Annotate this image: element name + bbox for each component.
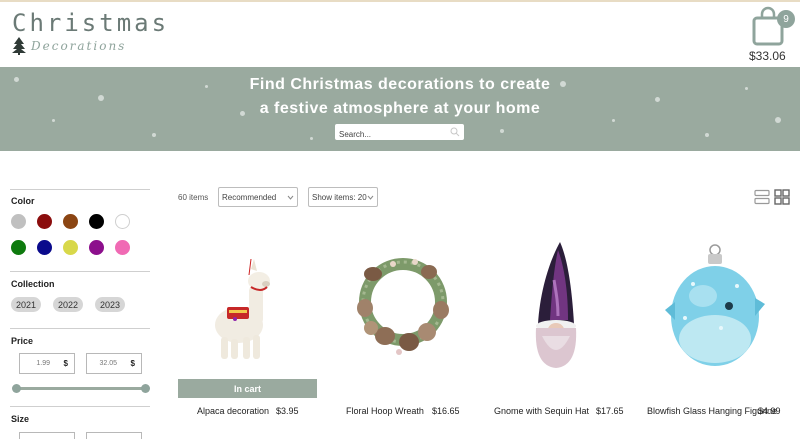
search-input[interactable] bbox=[335, 126, 445, 143]
in-cart-button[interactable]: In cart bbox=[178, 379, 317, 398]
product-name[interactable]: Alpaca decoration bbox=[197, 404, 269, 418]
product-image-gnome-sequin-hat[interactable] bbox=[528, 240, 588, 370]
price-min-value: 1.99 bbox=[36, 360, 50, 367]
product-price: $3.95 bbox=[276, 406, 299, 416]
snowflake bbox=[310, 137, 313, 140]
divider bbox=[10, 189, 150, 190]
sort-select-value: Recommended bbox=[222, 192, 277, 202]
color-swatch-red[interactable] bbox=[37, 214, 52, 229]
currency-symbol: $ bbox=[130, 359, 135, 368]
product-name[interactable]: Gnome with Sequin Hat bbox=[494, 404, 589, 418]
size-min-field[interactable] bbox=[19, 432, 75, 439]
size-filter-title: Size bbox=[11, 414, 30, 424]
search-box bbox=[335, 124, 464, 143]
sort-select[interactable]: Recommended bbox=[218, 187, 298, 207]
color-swatch-purple[interactable] bbox=[89, 240, 104, 255]
divider bbox=[10, 271, 150, 272]
snowflake bbox=[500, 129, 504, 133]
product-image-alpaca[interactable] bbox=[205, 257, 285, 367]
items-per-page-select[interactable]: Show items: 20 bbox=[308, 187, 378, 207]
snowflake bbox=[52, 119, 55, 122]
color-swatch-green[interactable] bbox=[11, 240, 26, 255]
product-name[interactable]: Floral Hoop Wreath bbox=[346, 404, 424, 418]
color-swatch-pink[interactable] bbox=[115, 240, 130, 255]
color-swatch-white[interactable] bbox=[115, 214, 130, 229]
logo-subtitle: Decorations bbox=[31, 39, 127, 53]
currency-symbol: $ bbox=[63, 359, 68, 368]
snowflake bbox=[705, 133, 709, 137]
color-swatch-blue[interactable] bbox=[37, 240, 52, 255]
hero-banner: Find Christmas decorations to create a f… bbox=[0, 67, 800, 151]
color-swatch-silver[interactable] bbox=[11, 214, 26, 229]
logo-subtitle-row: Decorations bbox=[12, 36, 126, 56]
divider bbox=[10, 328, 150, 329]
logo-title[interactable]: Christmas bbox=[12, 9, 169, 37]
collection-chip-2022[interactable]: 2022 bbox=[53, 297, 83, 312]
color-filter-title: Color bbox=[11, 196, 35, 206]
chevron-down-icon bbox=[367, 195, 374, 200]
price-max-value: 32.05 bbox=[99, 360, 117, 367]
items-per-page-value: Show items: 20 bbox=[312, 192, 367, 202]
collection-filter-title: Collection bbox=[11, 279, 55, 289]
banner-heading-line-2: a festive atmosphere at your home bbox=[259, 100, 541, 117]
price-min-field[interactable]: 1.99 $ bbox=[19, 353, 75, 374]
product-price: $17.65 bbox=[596, 406, 624, 416]
cart-total: $33.06 bbox=[749, 49, 786, 63]
color-swatch-black[interactable] bbox=[89, 214, 104, 229]
snowflake bbox=[612, 119, 615, 122]
collection-chip-2021[interactable]: 2021 bbox=[11, 297, 41, 312]
cart-count-badge: 9 bbox=[777, 10, 795, 28]
price-range-max-handle[interactable] bbox=[141, 384, 150, 393]
snowflake bbox=[152, 133, 156, 137]
list-view-icon[interactable] bbox=[754, 189, 770, 205]
top-accent-line bbox=[0, 0, 800, 2]
product-price: $16.65 bbox=[432, 406, 460, 416]
grid-view-icon[interactable] bbox=[774, 189, 790, 205]
chevron-down-icon bbox=[287, 195, 294, 200]
banner-heading-line-1: Find Christmas decorations to create bbox=[249, 76, 551, 93]
price-range-min-handle[interactable] bbox=[12, 384, 21, 393]
price-range-track[interactable] bbox=[16, 387, 146, 390]
product-image-blowfish-figurine[interactable] bbox=[663, 244, 769, 369]
color-swatch-yellow[interactable] bbox=[63, 240, 78, 255]
product-image-floral-wreath[interactable] bbox=[343, 240, 463, 365]
collection-chip-2023[interactable]: 2023 bbox=[95, 297, 125, 312]
product-price: $4.99 bbox=[758, 406, 781, 416]
size-max-field[interactable] bbox=[86, 432, 142, 439]
christmas-tree-icon bbox=[12, 37, 26, 55]
divider bbox=[10, 406, 150, 407]
items-count: 60 items bbox=[178, 193, 209, 202]
search-icon[interactable] bbox=[450, 127, 460, 137]
price-max-field[interactable]: 32.05 $ bbox=[86, 353, 142, 374]
price-filter-title: Price bbox=[11, 336, 34, 346]
color-swatch-brown[interactable] bbox=[63, 214, 78, 229]
